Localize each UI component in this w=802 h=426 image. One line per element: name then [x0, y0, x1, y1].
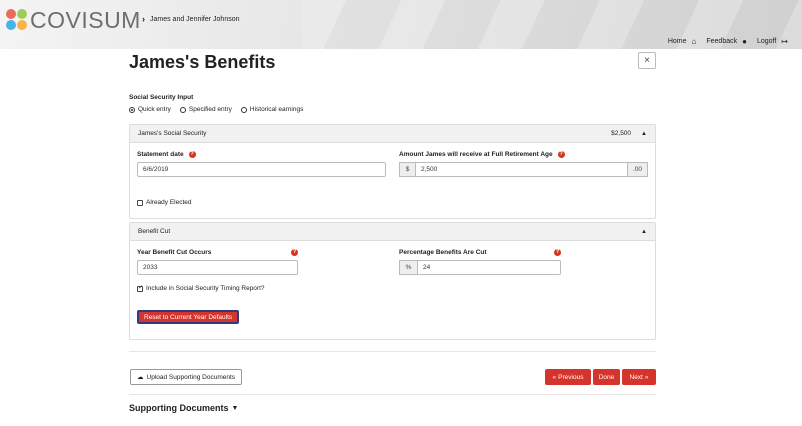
statement-date-value: 6/6/2019 — [143, 166, 169, 173]
sign-out-icon: ↦ — [781, 37, 788, 46]
radio-specified-entry-label: Specified entry — [188, 106, 232, 113]
done-label: Done — [598, 373, 615, 381]
year-cut-input[interactable]: 2033 — [137, 260, 298, 275]
supporting-documents-toggle[interactable]: Supporting Documents ▼ — [129, 403, 238, 413]
nav-home[interactable]: Home ⌂ — [668, 37, 697, 46]
radio-quick-entry-label: Quick entry — [138, 106, 171, 113]
ss-panel-amount: $2,500 — [611, 130, 632, 137]
caret-up-icon[interactable]: ▲ — [641, 229, 647, 235]
page-title: James's Benefits — [129, 52, 276, 72]
radio-specified-entry[interactable]: Specified entry — [179, 106, 232, 113]
close-icon: × — [644, 55, 650, 66]
double-left-icon: « — [552, 373, 557, 381]
upload-documents-label: Upload Supporting Documents — [146, 373, 236, 381]
nav-logoff-label: Logoff — [756, 38, 777, 45]
fra-amount-input[interactable]: 2,500 — [415, 162, 628, 177]
reset-defaults-button[interactable]: Reset to Current Year Defaults — [137, 310, 240, 324]
ss-input-radio-group: Quick entry Specified entry Historical e… — [129, 106, 303, 113]
radio-specified-entry-circle[interactable] — [179, 106, 186, 113]
pct-cut-label-text: Percentage Benefits Are Cut — [399, 249, 487, 256]
radio-historical-earnings-circle[interactable] — [240, 106, 247, 113]
top-nav: Home ⌂ Feedback ● Logoff ↦ — [668, 37, 788, 46]
statement-date-label-text: Statement date — [137, 151, 184, 159]
help-icon[interactable]: ? — [557, 151, 565, 158]
chevron-right-icon: › — [142, 14, 145, 24]
currency-prefix: $ — [399, 162, 416, 177]
next-label: Next — [629, 373, 643, 381]
caret-up-icon[interactable]: ▲ — [641, 131, 647, 137]
fra-amount-label-text: Amount James will receive at Full Retire… — [399, 151, 553, 159]
radio-historical-earnings-label: Historical earnings — [249, 106, 304, 113]
cents-suffix: .00 — [627, 162, 648, 177]
include-report-box[interactable] — [137, 284, 143, 292]
percent-prefix: % — [399, 260, 418, 275]
comment-icon: ● — [742, 37, 747, 46]
covisum-logo[interactable]: COVISUM — [6, 6, 141, 33]
pct-cut-input[interactable]: 24 — [417, 260, 561, 275]
help-icon[interactable]: ? — [291, 249, 298, 256]
logo-mark-icon — [6, 9, 28, 31]
radio-quick-entry[interactable]: Quick entry — [129, 106, 171, 113]
already-elected-box[interactable] — [137, 199, 143, 206]
cloud-upload-icon: ☁ — [137, 374, 144, 381]
divider — [129, 394, 656, 395]
breadcrumb-client-name[interactable]: James and Jennifer Johnson — [150, 16, 240, 23]
divider — [129, 351, 656, 352]
supporting-documents-title: Supporting Documents — [129, 403, 229, 413]
help-icon[interactable]: ? — [188, 151, 196, 158]
already-elected-checkbox[interactable]: Already Elected — [137, 199, 192, 206]
caret-down-icon: ▼ — [231, 404, 239, 412]
pct-cut-label: Percentage Benefits Are Cut? — [399, 249, 561, 256]
ss-panel-title: James's Social Security — [138, 130, 207, 137]
include-report-label: Include in Social Security Timing Report… — [146, 285, 265, 292]
statement-date-input[interactable]: 6/6/2019 — [137, 162, 386, 177]
nav-feedback[interactable]: Feedback ● — [706, 37, 747, 46]
nav-feedback-label: Feedback — [706, 38, 738, 45]
nav-home-label: Home — [667, 38, 687, 45]
already-elected-label: Already Elected — [146, 199, 192, 206]
ss-input-label: Social Security Input — [129, 94, 194, 101]
close-button[interactable]: × — [638, 52, 656, 69]
home-icon: ⌂ — [691, 37, 697, 46]
radio-quick-entry-circle[interactable] — [129, 106, 135, 113]
year-cut-value: 2033 — [143, 264, 158, 271]
app-header: COVISUM › James and Jennifer Johnson Hom… — [0, 0, 802, 49]
benefit-cut-panel-header[interactable]: Benefit Cut ▲ — [130, 223, 655, 241]
statement-date-label: Statement date? — [137, 151, 196, 158]
radio-historical-earnings[interactable]: Historical earnings — [240, 106, 304, 113]
include-report-checkbox[interactable]: Include in Social Security Timing Report… — [137, 284, 265, 292]
year-cut-label-text: Year Benefit Cut Occurs — [137, 249, 212, 256]
done-button[interactable]: Done — [593, 369, 620, 385]
upload-documents-button[interactable]: ☁ Upload Supporting Documents — [130, 369, 243, 385]
previous-button[interactable]: « Previous — [545, 369, 591, 385]
pct-cut-value: 24 — [423, 264, 431, 271]
nav-logoff[interactable]: Logoff ↦ — [757, 37, 788, 46]
help-icon[interactable]: ? — [554, 249, 561, 256]
logo-text: COVISUM — [30, 6, 141, 33]
breadcrumb: › James and Jennifer Johnson — [142, 14, 240, 24]
fra-amount-value: 2,500 — [421, 166, 438, 173]
previous-label: Previous — [558, 373, 584, 381]
year-cut-label: Year Benefit Cut Occurs? — [137, 249, 298, 256]
ss-panel-header[interactable]: James's Social Security $2,500 ▲ — [130, 125, 655, 143]
benefit-cut-panel-title: Benefit Cut — [138, 228, 171, 235]
double-right-icon: » — [644, 373, 649, 381]
next-button[interactable]: Next » — [622, 369, 656, 385]
fra-amount-label: Amount James will receive at Full Retire… — [399, 151, 565, 158]
